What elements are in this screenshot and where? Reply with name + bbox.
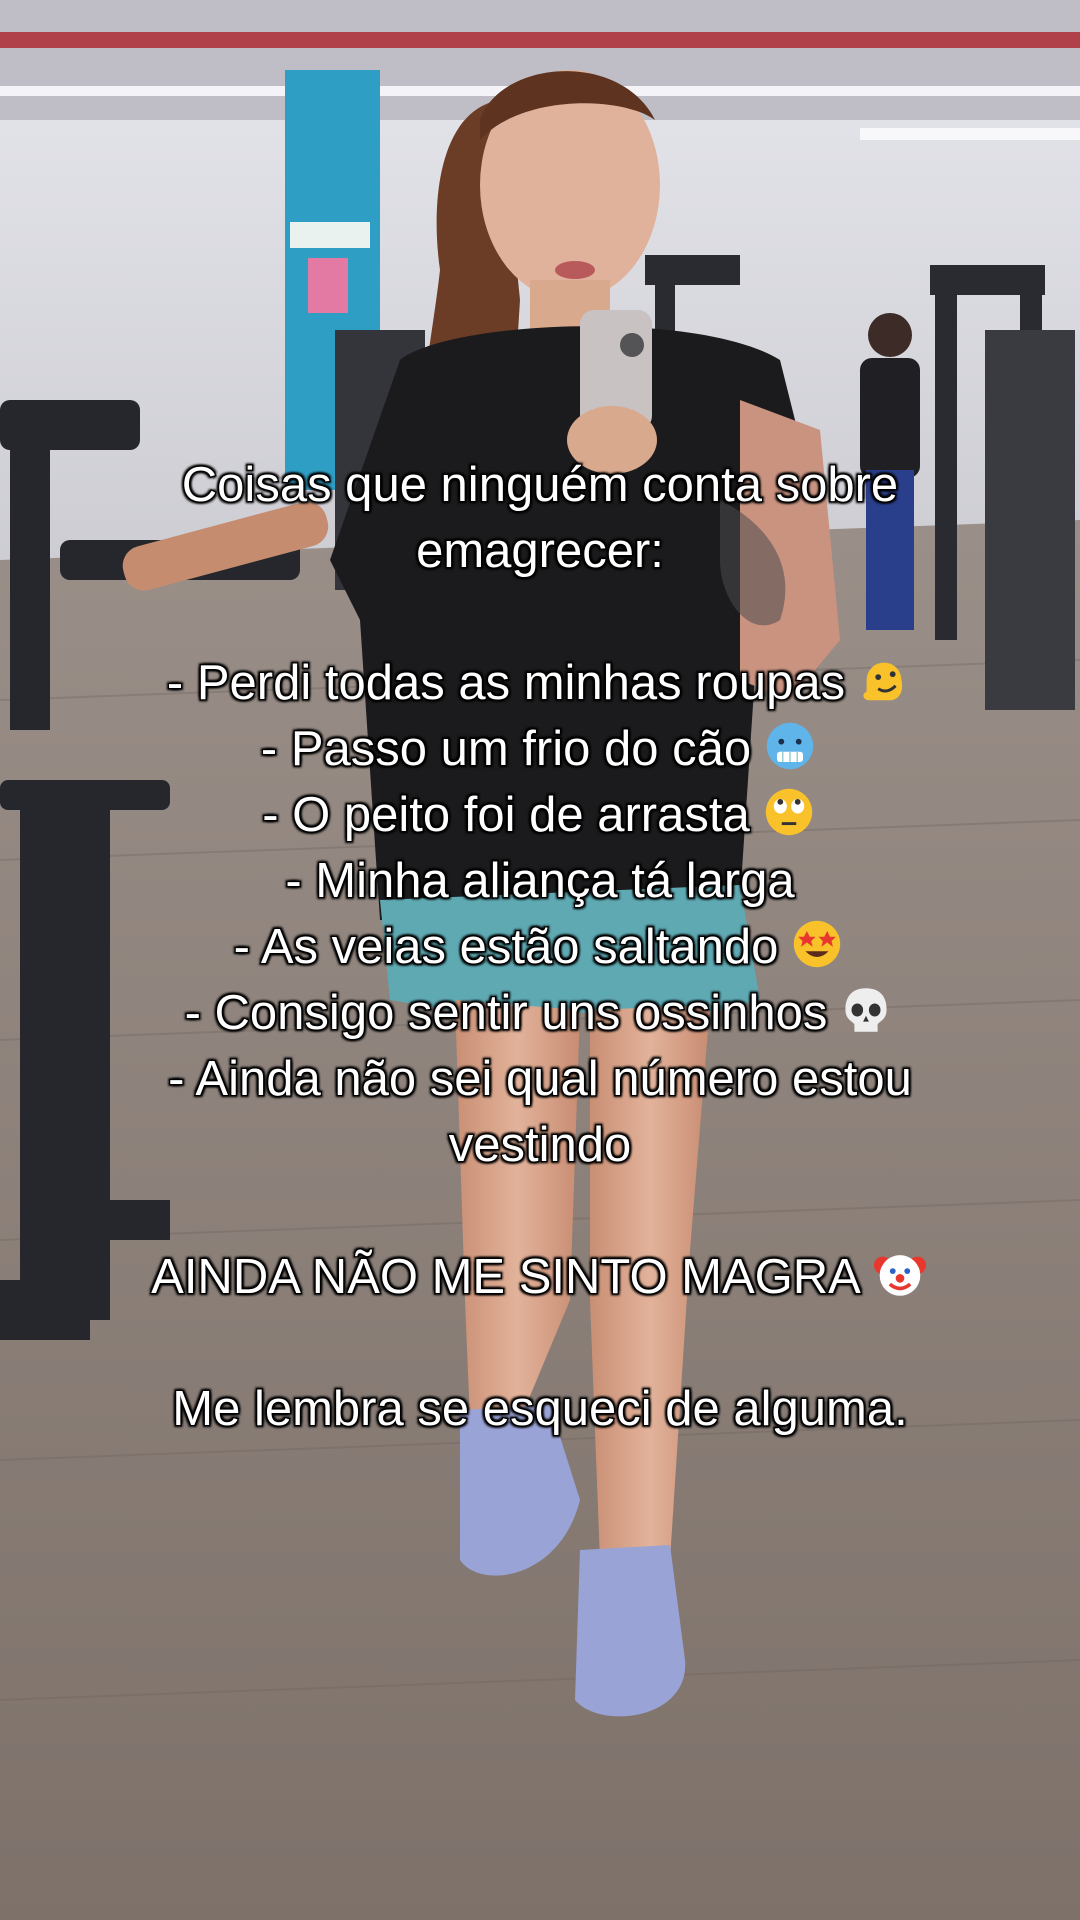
pink-sign — [308, 258, 348, 313]
caption-line: - Minha aliança tá larga — [284, 853, 796, 910]
clown-face-icon — [871, 1245, 929, 1303]
caption-overlay: Coisas que ninguém conta sobre emagrecer… — [0, 452, 1080, 1442]
caption-line: - Passo um frio do cão — [0, 716, 1080, 782]
cold-face-icon — [761, 717, 819, 775]
ceiling-light — [860, 128, 1080, 140]
caption-line: Coisas que ninguém conta sobre — [181, 457, 900, 514]
caption-line: - Consigo sentir uns ossinhos — [0, 980, 1080, 1046]
melting-face-icon — [855, 651, 913, 709]
caption-line: AINDA NÃO ME SINTO MAGRA — [0, 1244, 1080, 1310]
caption-line: Me lembra se esqueci de alguma. — [171, 1381, 909, 1438]
caption-line: - As veias estão saltando — [0, 914, 1080, 980]
caption-line: - O peito foi de arrasta — [0, 782, 1080, 848]
caption-line: - Perdi todas as minhas roupas — [0, 650, 1080, 716]
exit-sign — [290, 222, 370, 248]
skull-icon — [837, 981, 895, 1039]
eye-roll-face-icon — [760, 783, 818, 841]
caption-line — [0, 584, 1080, 650]
caption-line — [0, 1178, 1080, 1244]
caption-line — [0, 1310, 1080, 1376]
caption-line: emagrecer: — [415, 523, 665, 580]
caption-line: - Ainda não sei qual número estou — [167, 1051, 913, 1108]
ceiling-pipe — [0, 32, 1080, 48]
star-struck-icon — [788, 915, 846, 973]
caption-line: vestindo — [447, 1117, 632, 1174]
